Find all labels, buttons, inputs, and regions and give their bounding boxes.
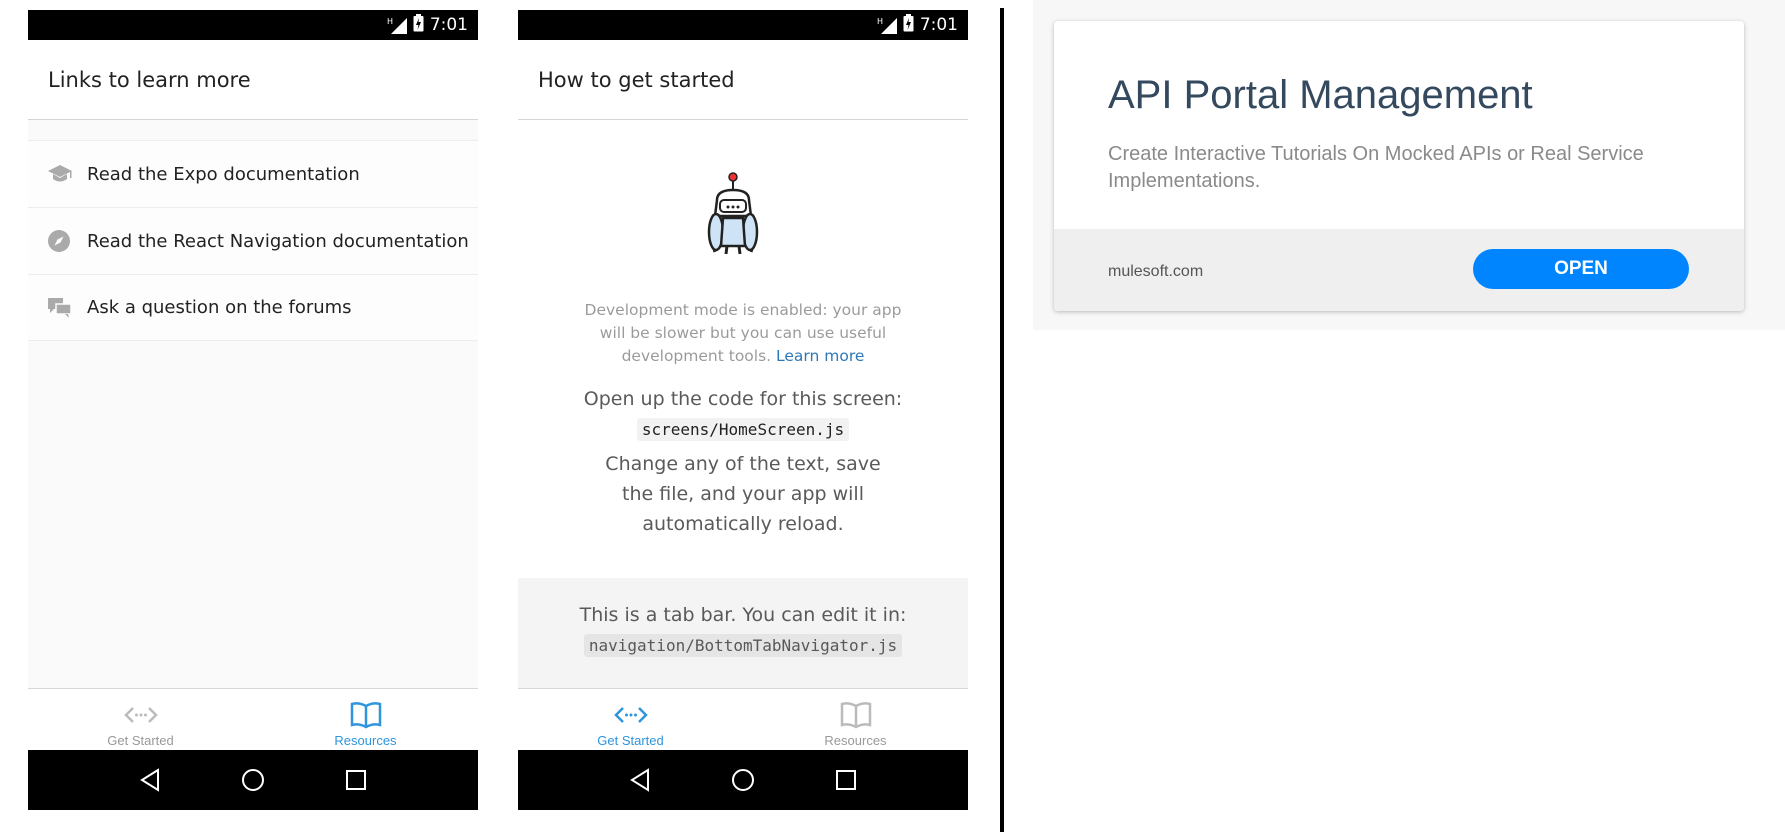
card-area: API Portal Management Create Interactive… <box>1033 0 1785 330</box>
change-text: Change any of the text, save the file, a… <box>605 453 881 535</box>
back-icon[interactable] <box>620 760 660 800</box>
page-title: How to get started <box>518 40 968 120</box>
code-icon <box>613 697 648 733</box>
link-expo-docs[interactable]: Read the Expo documentation <box>28 140 478 207</box>
link-label: Read the Expo documentation <box>87 163 360 185</box>
home-icon[interactable] <box>233 760 273 800</box>
link-label: Ask a question on the forums <box>87 297 352 318</box>
tab-label: Resources <box>824 733 887 748</box>
open-code-text: Open up the code for this screen: <box>583 388 903 410</box>
link-react-navigation-docs[interactable]: Read the React Navigation documentation <box>28 207 478 274</box>
dev-mode-text: Development mode is enabled: your app wi… <box>578 299 908 368</box>
tab-resources[interactable]: Resources <box>253 689 478 750</box>
compass-icon <box>47 229 87 253</box>
book-icon <box>840 697 872 733</box>
card-domain: mulesoft.com <box>1108 263 1204 280</box>
tab-label: Get Started <box>597 733 664 748</box>
svg-text:H: H <box>387 17 393 26</box>
card-footer: mulesoft.com OPEN <box>1054 229 1744 311</box>
svg-text:H: H <box>877 17 883 26</box>
chat-icon <box>47 297 87 319</box>
tab-get-started[interactable]: Get Started <box>28 689 253 750</box>
recents-icon[interactable] <box>826 760 866 800</box>
android-nav-bar <box>28 750 478 810</box>
battery-icon <box>413 13 424 37</box>
signal-icon: H <box>387 16 407 34</box>
page-title: Links to learn more <box>28 40 478 120</box>
api-portal-card: API Portal Management Create Interactive… <box>1054 21 1744 311</box>
tab-label: Resources <box>334 733 397 748</box>
robot-logo <box>703 170 783 275</box>
tab-info-path: navigation/BottomTabNavigator.js <box>583 634 903 657</box>
links-list: Read the Expo documentation Read the Rea… <box>28 140 478 341</box>
tab-get-started[interactable]: Get Started <box>518 689 743 750</box>
phone-home-screen: H 7:01 How to get started Development mo… <box>518 10 968 810</box>
status-time: 7:01 <box>919 15 958 35</box>
link-forums[interactable]: Ask a question on the forums <box>28 274 478 341</box>
recents-icon[interactable] <box>336 760 376 800</box>
link-label: Read the React Navigation documentation <box>87 230 469 252</box>
tab-resources[interactable]: Resources <box>743 689 968 750</box>
code-path: screens/HomeScreen.js <box>636 418 850 441</box>
android-nav-bar <box>518 750 968 810</box>
code-icon <box>123 697 158 733</box>
signal-icon: H <box>877 16 897 34</box>
home-content: Development mode is enabled: your app wi… <box>518 120 968 578</box>
tab-bar-info: This is a tab bar. You can edit it in: n… <box>518 578 968 688</box>
card-title: API Portal Management <box>1108 73 1533 117</box>
tab-info-text: This is a tab bar. You can edit it in: <box>579 604 907 626</box>
vertical-divider <box>1000 8 1004 832</box>
tab-label: Get Started <box>107 733 174 748</box>
status-time: 7:01 <box>429 15 468 35</box>
open-button[interactable]: OPEN <box>1473 249 1689 289</box>
card-description: Create Interactive Tutorials On Mocked A… <box>1108 143 1644 192</box>
bottom-tab-bar: Get Started Resources <box>28 688 478 750</box>
screenshot-canvas: H 7:01 Links to learn more Read the Expo… <box>0 0 1785 832</box>
book-icon <box>350 697 382 733</box>
home-icon[interactable] <box>723 760 763 800</box>
back-icon[interactable] <box>130 760 170 800</box>
status-bar: H 7:01 <box>518 10 968 40</box>
learn-more-link[interactable]: Learn more <box>776 347 864 365</box>
bottom-tab-bar: Get Started Resources <box>518 688 968 750</box>
status-bar: H 7:01 <box>28 10 478 40</box>
phone-resources-screen: H 7:01 Links to learn more Read the Expo… <box>28 10 478 810</box>
battery-icon <box>903 13 914 37</box>
school-icon <box>47 163 87 185</box>
